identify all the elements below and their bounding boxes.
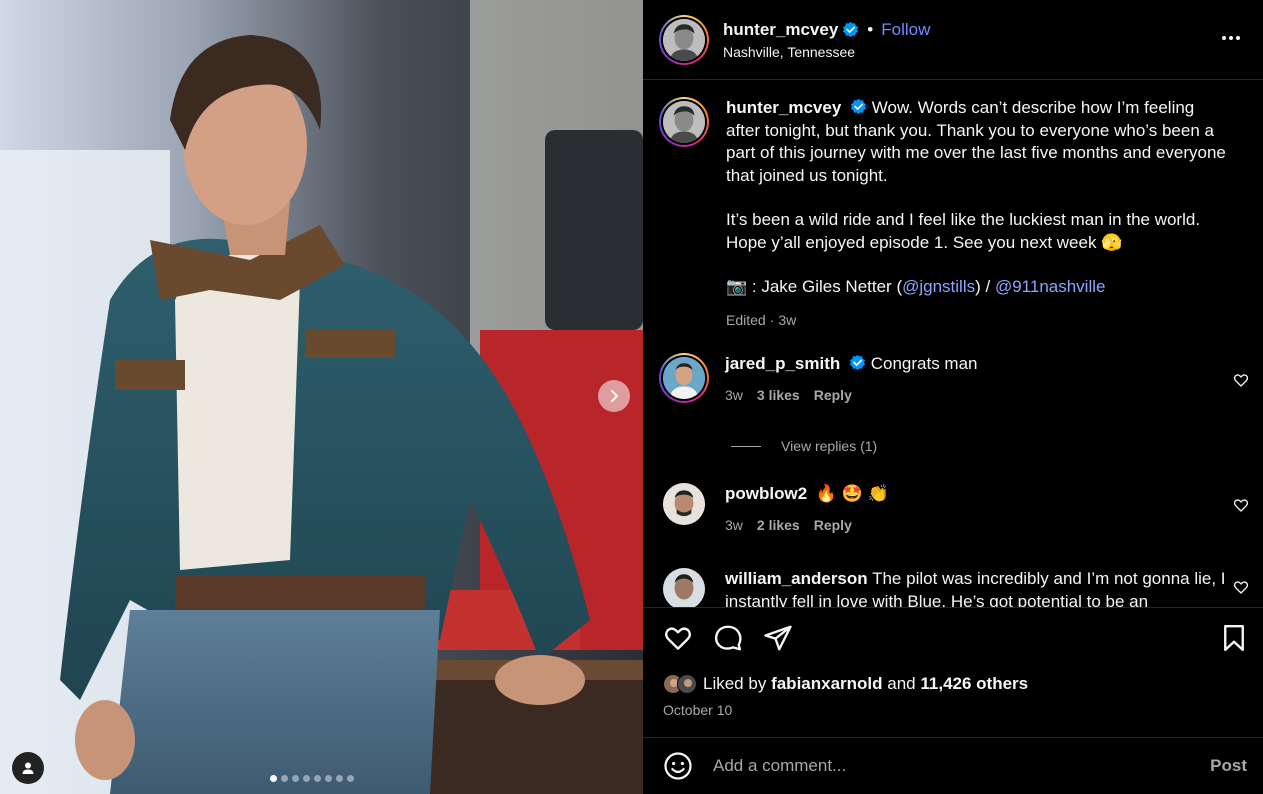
mention-link[interactable]: @jgnstills [902,277,975,296]
comment-likes-count[interactable]: 2 likes [757,514,800,537]
comment-composer: Post [643,737,1263,794]
author-username[interactable]: hunter_mcvey [723,20,838,40]
comment-text: Congrats man [870,354,978,373]
comment-text: 🔥 🤩 👏 [815,484,889,503]
carousel-dot [314,775,321,782]
comment-timestamp[interactable]: 3w [725,384,743,407]
caption-avatar-image [663,101,705,143]
comment-input[interactable] [713,756,1193,776]
replies-divider [731,445,761,447]
meta-separator: · [769,311,775,328]
verified-badge-icon [849,354,866,371]
post-photo [0,0,643,794]
tagged-users-button[interactable] [12,752,44,784]
post-caption: hunter_mcvey Wow. Words can’t describe h… [659,97,1231,331]
user-icon [22,762,34,774]
liked-by-conjunction: and [887,674,916,693]
comment-like-heart-icon[interactable] [1233,579,1249,595]
commenter-username[interactable]: jared_p_smith [725,354,840,373]
comment-timestamp[interactable]: 3w [725,514,743,537]
emoji-icon[interactable] [663,751,693,781]
verified-badge-icon [850,98,867,115]
post-location[interactable]: Nashville, Tennessee [723,44,930,60]
header-separator: • [867,19,874,39]
carousel-dot [347,775,354,782]
mention-link[interactable]: @911nashville [995,277,1106,296]
post-comment-button[interactable]: Post [1210,756,1247,776]
share-paper-plane-icon[interactable] [763,623,793,653]
carousel-dot [325,775,332,782]
liked-by-others[interactable]: 11,426 others [920,674,1028,693]
post-details-panel: hunter_mcvey • Follow Nashville, Tenness… [643,0,1263,794]
carousel-dot [336,775,343,782]
commenter-avatar[interactable] [659,353,709,403]
more-horizontal-icon[interactable] [1219,26,1243,50]
caption-paragraph-2: It’s been a wild ride and I feel like th… [726,210,1201,252]
view-replies-label: View replies (1) [781,438,878,454]
carousel-indicators [270,775,354,782]
chevron-right-icon [611,390,618,402]
follow-button[interactable]: Follow [881,20,930,40]
comment-likes-count[interactable]: 3 likes [757,384,800,407]
caption-username[interactable]: hunter_mcvey [726,98,841,117]
comment-item: jared_p_smith Congrats man 3w 3 likes Re… [659,353,1230,406]
liked-by-user[interactable]: fabianxarnold [771,674,882,693]
edited-label: Edited [726,311,766,328]
comment-like-heart-icon[interactable] [1233,497,1249,513]
carousel-dot [281,775,288,782]
post-header: hunter_mcvey • Follow Nashville, Tenness… [643,0,1263,80]
commenter-avatar-image [663,568,705,607]
post-date[interactable]: October 10 [663,702,732,718]
carousel-dot [292,775,299,782]
post-media[interactable] [0,0,643,794]
commenter-avatar[interactable] [663,483,705,525]
carousel-dot [303,775,310,782]
commenter-avatar-image [663,483,705,525]
likes-summary: Liked by fabianxarnold and 11,426 others [663,674,1028,694]
reply-button[interactable]: Reply [814,514,852,537]
carousel-dot [270,775,277,782]
caption-credit-separator: ) / [975,277,995,296]
comment-like-heart-icon[interactable] [1233,372,1249,388]
carousel-next-button[interactable] [598,380,630,412]
verified-badge-icon [843,21,859,38]
commenter-avatar-image [663,357,705,399]
comment-item: powblow2 🔥 🤩 👏 3w 2 likes Reply [659,483,1230,536]
post-actions: Liked by fabianxarnold and 11,426 others… [643,607,1263,737]
liker-avatar[interactable] [677,674,697,694]
comment-item: william_anderson The pilot was incredibl… [659,568,1230,607]
commenter-username[interactable]: william_anderson [725,569,868,588]
caption-author-avatar[interactable] [659,97,709,147]
commenter-avatar[interactable] [663,568,705,607]
author-avatar[interactable] [659,14,709,65]
comment-bubble-icon[interactable] [713,623,743,653]
reply-button[interactable]: Reply [814,384,852,407]
commenter-username[interactable]: powblow2 [725,484,807,503]
liked-by-prefix: Liked by [703,674,767,693]
save-bookmark-icon[interactable] [1219,623,1249,653]
caption-timestamp[interactable]: 3w [778,309,796,332]
author-avatar-image [663,18,705,61]
view-replies-button[interactable]: View replies (1) [731,438,877,454]
like-heart-icon[interactable] [663,623,693,653]
caption-credit-prefix: 📷 : Jake Giles Netter ( [726,277,903,296]
comments-list[interactable]: hunter_mcvey Wow. Words can’t describe h… [643,81,1263,607]
